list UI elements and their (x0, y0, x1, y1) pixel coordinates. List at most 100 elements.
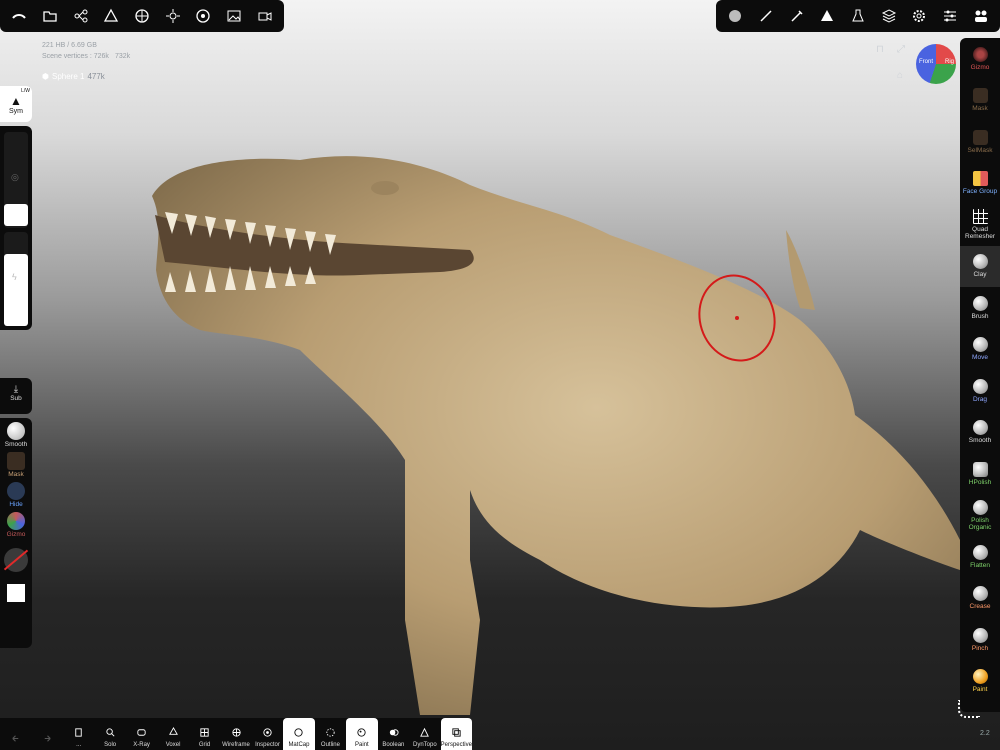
right-tool-panel: Gizmo Mask SelMask Face Group Quad Remes… (960, 38, 1000, 712)
radius-slider-knob[interactable] (4, 204, 28, 226)
tool-selmask[interactable]: SelMask (960, 121, 1000, 163)
wireframe-icon (231, 728, 241, 737)
tool-flatten[interactable]: Flatten (960, 536, 1000, 578)
lighting-icon[interactable] (160, 3, 186, 29)
background-icon[interactable] (129, 3, 155, 29)
sub-button[interactable]: ⤓ Sub (0, 378, 32, 414)
filter-icon[interactable] (845, 3, 871, 29)
tool-label: Face Group (962, 188, 998, 196)
tool-crease[interactable]: Crease (960, 578, 1000, 620)
stroke-icon[interactable] (753, 3, 779, 29)
settings-icon[interactable] (906, 3, 932, 29)
tool-label: Brush (971, 312, 989, 320)
left-tool-label: Gizmo (6, 531, 26, 538)
pinch-icon (972, 627, 988, 643)
polish-organic-icon (972, 499, 988, 515)
tool-mask[interactable]: Mask (960, 80, 1000, 122)
navigation-cube[interactable]: Front Rig (916, 44, 956, 84)
color-swatch[interactable] (0, 584, 32, 602)
boolean-button[interactable]: Boolean (378, 718, 409, 750)
mesh-name-label: Sphere 1 (51, 72, 85, 81)
tool-move[interactable]: Move (960, 329, 1000, 371)
top-left-toolbar (0, 0, 284, 32)
brush-settings-icon[interactable] (784, 3, 810, 29)
fullscreen-icon[interactable]: ⤢ (897, 44, 905, 55)
tool-hpolish[interactable]: HPolish (960, 453, 1000, 495)
tool-smooth[interactable]: Smooth (960, 412, 1000, 454)
inspector-button[interactable]: Inspector (252, 718, 283, 750)
lock-icon[interactable]: ⊓ (876, 44, 884, 55)
radius-icon[interactable] (814, 3, 840, 29)
tool-face-group[interactable]: Face Group (960, 163, 1000, 205)
left-tool-gizmo[interactable]: Gizmo (0, 512, 32, 538)
scene-faces: 732k (114, 53, 131, 60)
postprocess-icon[interactable] (190, 3, 216, 29)
undo-icon (12, 735, 19, 742)
files-icon[interactable] (37, 3, 63, 29)
sub-label: Sub (10, 395, 22, 402)
more-icon (75, 728, 82, 737)
paint-icon (972, 669, 988, 685)
mesh-name[interactable]: ⬢ Sphere 1 477k (42, 72, 105, 81)
left-tool-mask[interactable]: Mask (0, 452, 32, 478)
tool-pinch[interactable]: Pinch (960, 619, 1000, 661)
bottom-toolbar: ... Solo X-Ray Voxel Grid Wireframe Insp… (0, 718, 473, 750)
grid-button[interactable]: Grid (189, 718, 220, 750)
dyntopo-icon (420, 727, 430, 737)
tool-label: Drag (972, 395, 988, 403)
radius-intensity-sliders: ◎ ϟ (0, 126, 32, 330)
paint-button[interactable]: Paint (346, 718, 378, 750)
tool-quad-remesher[interactable]: Quad Remesher (960, 204, 1000, 246)
scene-info: 221 HB / 6.69 GB Scene vertices : 726k 73… (42, 40, 130, 62)
wireframe-button[interactable]: Wireframe (220, 718, 251, 750)
left-tool-hide[interactable]: Hide (0, 482, 32, 508)
left-tool-smooth[interactable]: Smooth (0, 422, 32, 448)
grid-icon (200, 728, 209, 737)
scene-icon[interactable] (6, 3, 32, 29)
tool-polish-organic[interactable]: Polish Organic (960, 495, 1000, 537)
tool-clay[interactable]: Clay (960, 245, 1000, 287)
material-icon[interactable] (722, 3, 748, 29)
voxel-button[interactable]: Voxel (157, 718, 188, 750)
tool-paint[interactable]: Paint (960, 661, 1000, 703)
inspector-icon (263, 728, 272, 737)
mesh-stats: 221 HB / 6.69 GB (42, 42, 97, 49)
camera-icon[interactable] (252, 3, 278, 29)
redo-button[interactable] (31, 718, 62, 750)
boolean-icon (389, 729, 399, 736)
matcap-button[interactable]: MatCap (283, 718, 315, 750)
left-tool-label: Hide (9, 501, 23, 508)
tool-gizmo[interactable]: Gizmo (960, 38, 1000, 80)
perspective-button[interactable]: Perspective (440, 718, 473, 750)
tool-label: Crease (969, 603, 991, 611)
sym-icon: ▲ (10, 93, 22, 108)
clay-icon (972, 254, 988, 270)
help-icon[interactable] (968, 3, 994, 29)
brush-center-dot (735, 316, 739, 320)
tool-brush[interactable]: Brush (960, 287, 1000, 329)
tool-label: Paint (972, 686, 988, 694)
layers-icon[interactable] (876, 3, 902, 29)
quad-remesher-icon (972, 209, 988, 225)
selmask-icon (972, 129, 988, 145)
image-icon[interactable] (221, 3, 247, 29)
navcube-right-label: Rig (945, 59, 955, 65)
undo-button[interactable] (0, 718, 31, 750)
more-button[interactable]: ... (63, 718, 94, 750)
tools-icon[interactable] (98, 3, 124, 29)
pen-mode-icon[interactable] (958, 700, 980, 718)
tool-label: Quad Remesher (965, 226, 995, 241)
dyntopo-button[interactable]: DynTopo (409, 718, 440, 750)
tool-drag[interactable]: Drag (960, 370, 1000, 412)
sculpt-model (152, 156, 960, 715)
tool-label: Polish Organic (968, 516, 992, 531)
intensity-slider-fill[interactable] (4, 254, 28, 326)
sliders-icon[interactable] (937, 3, 963, 29)
sym-button[interactable]: L/W ▲ Sym (0, 86, 32, 122)
xray-button[interactable]: X-Ray (126, 718, 157, 750)
material-swatch[interactable] (0, 548, 32, 572)
home-icon[interactable]: ⌂ (897, 70, 903, 81)
solo-button[interactable]: Solo (94, 718, 125, 750)
hierarchy-icon[interactable] (68, 3, 94, 29)
outline-button[interactable]: Outline (315, 718, 346, 750)
